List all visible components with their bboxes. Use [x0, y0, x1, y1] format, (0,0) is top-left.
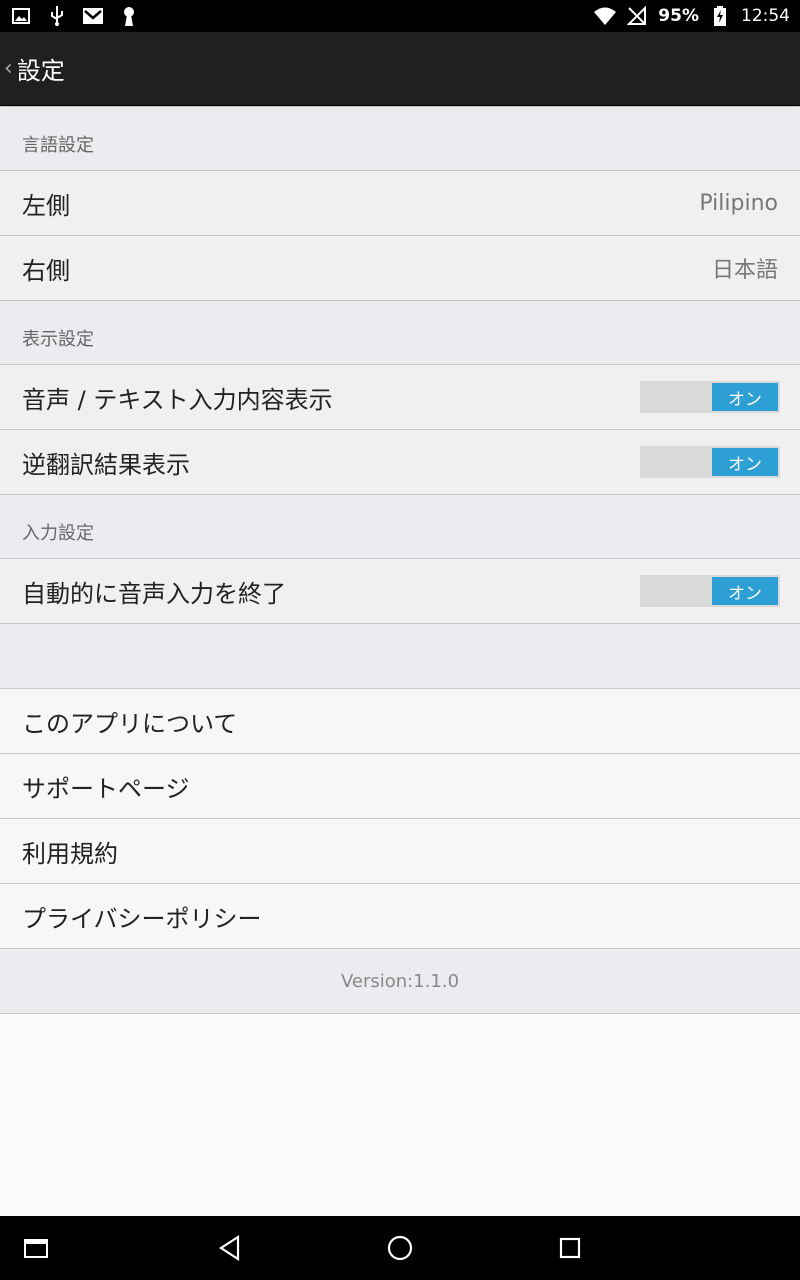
section-spacer — [0, 624, 800, 689]
toggle-on-label: オン — [712, 383, 778, 411]
version-text: Version:1.1.0 — [0, 949, 800, 1014]
support-page-label: サポートページ — [22, 774, 190, 803]
back-button[interactable]: ‹ 設定 — [0, 32, 65, 105]
wifi-icon — [594, 5, 617, 27]
chevron-left-icon: ‹ — [4, 56, 13, 81]
privacy-policy-row[interactable]: プライバシーポリシー — [0, 884, 800, 949]
home-nav-icon[interactable] — [380, 1228, 420, 1268]
battery-percentage: 95% — [658, 6, 699, 26]
terms-row[interactable]: 利用規約 — [0, 819, 800, 884]
left-language-value: Pilipino — [699, 190, 778, 216]
recent-apps-window-icon[interactable] — [16, 1228, 56, 1268]
auto-end-voice-label: 自動的に音声入力を終了 — [22, 579, 286, 608]
toggle-on-label: オン — [712, 448, 778, 476]
toggle-on-label: オン — [712, 577, 778, 605]
back-translation-row: 逆翻訳結果表示 オン — [0, 430, 800, 495]
back-translation-label: 逆翻訳結果表示 — [22, 450, 190, 479]
terms-label: 利用規約 — [22, 839, 118, 868]
left-language-label: 左側 — [22, 191, 70, 220]
clock: 12:54 — [741, 6, 790, 26]
keyhole-icon — [118, 5, 140, 27]
status-bar: 95% 12:54 — [0, 0, 800, 32]
image-notification-icon — [10, 5, 32, 27]
page-title: 設定 — [16, 57, 65, 85]
show-input-toggle[interactable]: オン — [640, 381, 780, 413]
right-language-label: 右側 — [22, 256, 70, 285]
auto-end-voice-toggle[interactable]: オン — [640, 575, 780, 607]
right-language-row[interactable]: 右側 日本語 — [0, 236, 800, 301]
show-input-row: 音声 / テキスト入力内容表示 オン — [0, 365, 800, 430]
privacy-policy-label: プライバシーポリシー — [22, 904, 262, 933]
support-page-row[interactable]: サポートページ — [0, 754, 800, 819]
overview-nav-icon[interactable] — [550, 1228, 590, 1268]
section-header-display: 表示設定 — [0, 301, 800, 365]
auto-end-voice-row: 自動的に音声入力を終了 オン — [0, 559, 800, 624]
about-app-label: このアプリについて — [22, 709, 238, 738]
show-input-label: 音声 / テキスト入力内容表示 — [22, 385, 333, 414]
about-app-row[interactable]: このアプリについて — [0, 689, 800, 754]
back-nav-icon[interactable] — [210, 1228, 250, 1268]
left-language-row[interactable]: 左側 Pilipino — [0, 171, 800, 236]
mail-icon — [82, 5, 104, 27]
section-header-input: 入力設定 — [0, 495, 800, 559]
app-bar: ‹ 設定 — [0, 32, 800, 106]
back-translation-toggle[interactable]: オン — [640, 446, 780, 478]
section-header-language: 言語設定 — [0, 107, 800, 171]
settings-list: 言語設定 左側 Pilipino 右側 日本語 表示設定 音声 / テキスト入力… — [0, 107, 800, 1014]
usb-icon — [46, 5, 68, 27]
no-signal-icon — [626, 5, 648, 27]
right-language-value: 日本語 — [711, 258, 778, 283]
battery-charging-icon — [709, 5, 731, 27]
navigation-bar — [0, 1216, 800, 1280]
